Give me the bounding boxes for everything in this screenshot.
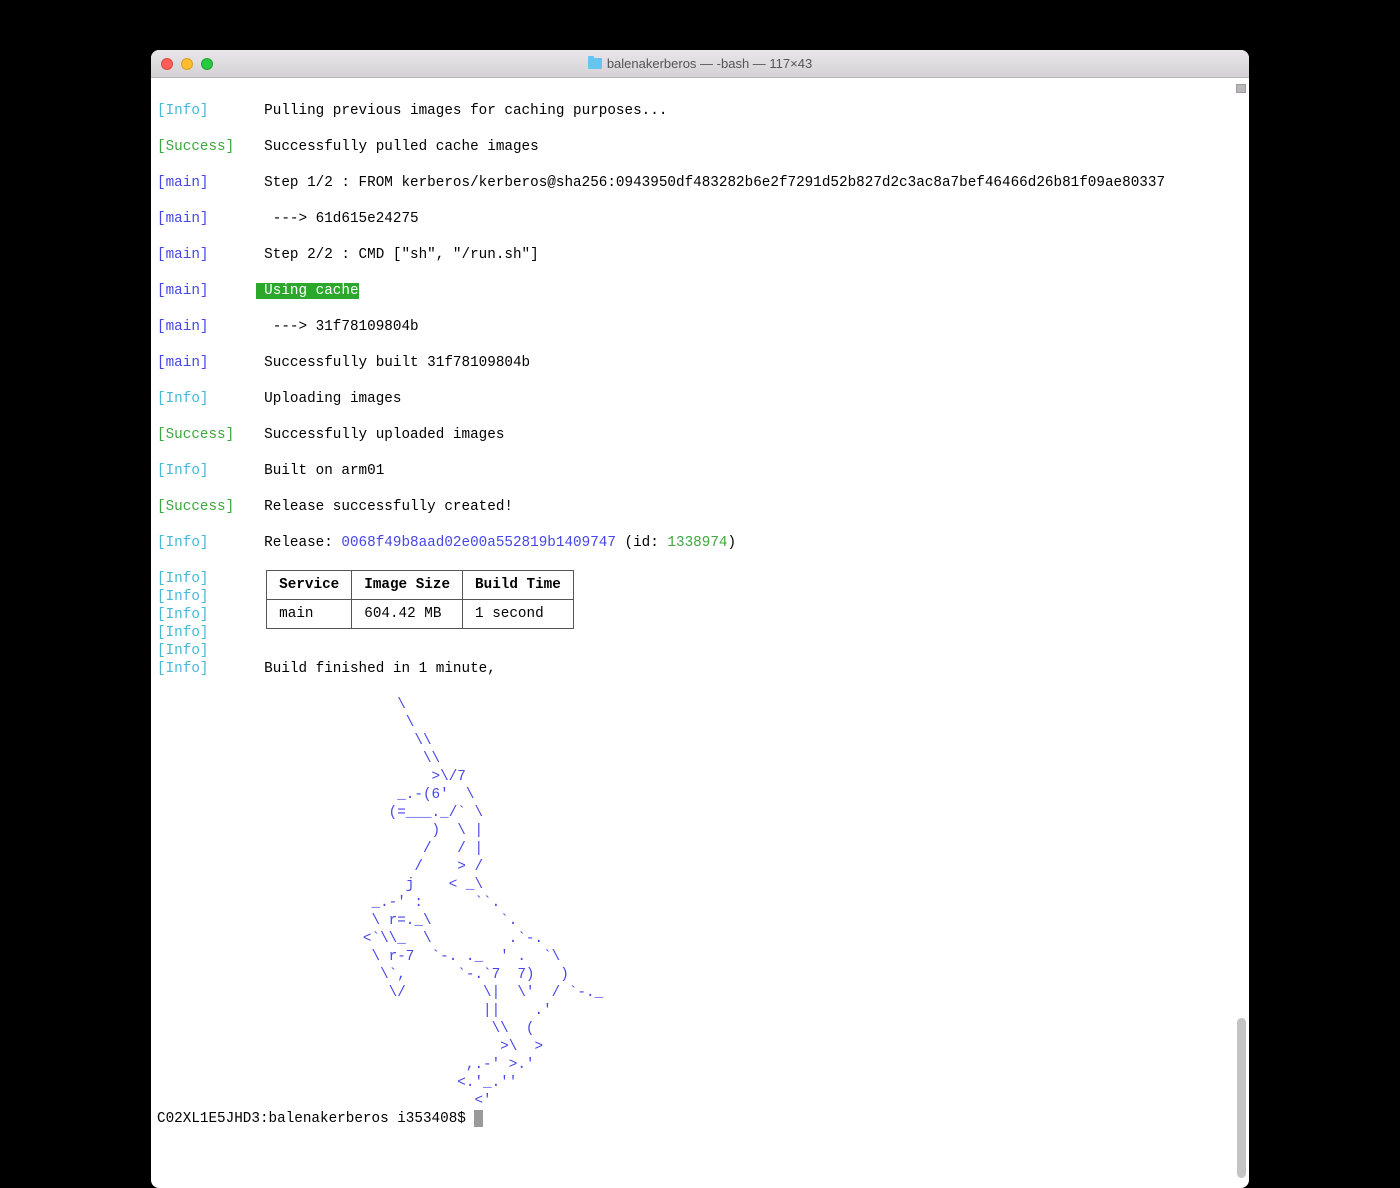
th-image-size: Image Size [352, 571, 463, 600]
th-service: Service [267, 571, 352, 600]
line-relcreated: Release successfully created! [264, 499, 513, 515]
tag-main: [main] [157, 175, 208, 191]
minimize-icon[interactable] [181, 58, 193, 70]
prompt: C02XL1E5JHD3:balenakerberos i353408$ [157, 1111, 474, 1127]
terminal-window: balenakerberos — -bash — 117×43 [Info] P… [151, 50, 1249, 1188]
tag-main: [main] [157, 283, 208, 299]
line-uploaded: Successfully uploaded images [264, 427, 504, 443]
line-finish: Build finished in 1 minute, [264, 661, 496, 677]
traffic-lights [151, 58, 213, 70]
scrollbar[interactable] [1231, 84, 1246, 1178]
line-step2: Step 2/2 : CMD ["sh", "/run.sh"] [264, 247, 539, 263]
line-step1: Step 1/2 : FROM kerberos/kerberos@sha256… [264, 175, 1165, 191]
line-pulled: Successfully pulled cache images [264, 139, 539, 155]
tag-info: [Info] [157, 463, 208, 479]
tag-info: [Info] [157, 391, 208, 407]
line-builton: Built on arm01 [264, 463, 384, 479]
release-end: ) [727, 535, 736, 551]
tag-main: [main] [157, 211, 208, 227]
line-release-prefix: Release: [264, 535, 341, 551]
table-info-tags: [Info] [Info] [Info] [Info] [Info] [157, 570, 247, 660]
window-title: balenakerberos — -bash — 117×43 [151, 56, 1249, 71]
tag-success: [Success] [157, 139, 234, 155]
line-usingcache: Using cache [256, 283, 359, 299]
tag-main: [main] [157, 319, 208, 335]
line-pulling: Pulling previous images for caching purp… [264, 103, 667, 119]
window-title-text: balenakerberos — -bash — 117×43 [607, 56, 812, 71]
line-arrow1: ---> 61d615e24275 [264, 211, 418, 227]
td-image-size: 604.42 MB [352, 600, 463, 629]
release-hash: 0068f49b8aad02e00a552819b1409747 [341, 535, 616, 551]
line-built: Successfully built 31f78109804b [264, 355, 530, 371]
close-icon[interactable] [161, 58, 173, 70]
tag-main: [main] [157, 355, 208, 371]
folder-icon [588, 58, 602, 69]
titlebar[interactable]: balenakerberos — -bash — 117×43 [151, 50, 1249, 78]
td-build-time: 1 second [463, 600, 574, 629]
cursor-icon[interactable] [474, 1110, 483, 1127]
tag-success: [Success] [157, 427, 234, 443]
build-table: ServiceImage SizeBuild Time main604.42 M… [266, 570, 574, 629]
line-uploading: Uploading images [264, 391, 401, 407]
ascii-art-unicorn: \ \ \\ \\ >\/7 _.-(6' \ [157, 697, 603, 1109]
td-service: main [267, 600, 352, 629]
terminal-body[interactable]: [Info] Pulling previous images for cachi… [151, 78, 1249, 1188]
tag-main: [main] [157, 247, 208, 263]
tag-info: [Info] [157, 661, 208, 677]
tag-success: [Success] [157, 499, 234, 515]
maximize-icon[interactable] [201, 58, 213, 70]
scroll-thumb[interactable] [1237, 1018, 1246, 1178]
scroll-marker-icon[interactable] [1236, 84, 1246, 93]
tag-info: [Info] [157, 535, 208, 551]
line-arrow2: ---> 31f78109804b [264, 319, 418, 335]
release-mid: (id: [616, 535, 667, 551]
th-build-time: Build Time [463, 571, 574, 600]
release-id: 1338974 [667, 535, 727, 551]
tag-info: [Info] [157, 103, 208, 119]
